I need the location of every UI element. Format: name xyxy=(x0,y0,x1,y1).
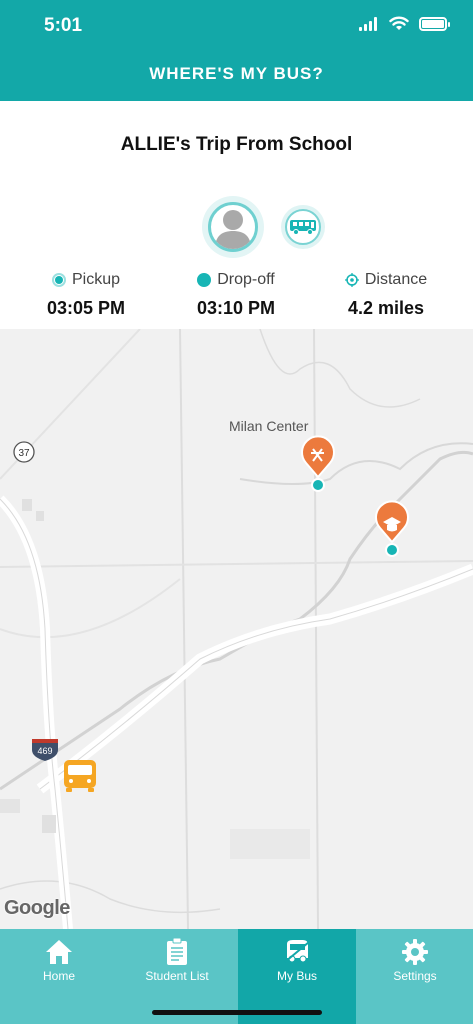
app-header: 5:01 WHERE'S MY BUS? xyxy=(0,0,473,101)
bus-side-icon xyxy=(290,220,316,235)
map-place-label: Milan Center xyxy=(229,418,309,434)
gear-icon xyxy=(402,939,428,965)
distance-stat: Distance 4.2 miles xyxy=(306,268,466,319)
pickup-dot-icon xyxy=(51,273,66,287)
trip-stats: Pickup 03:05 PM Drop-off 03:10 PM Distan… xyxy=(0,268,473,328)
dropoff-stat: Drop-off 03:10 PM xyxy=(156,268,316,319)
student-avatar[interactable] xyxy=(202,196,264,258)
signal-icon xyxy=(359,16,377,31)
route-37-shield: 37 xyxy=(13,441,35,463)
home-icon xyxy=(46,940,72,964)
status-time: 5:01 xyxy=(44,15,83,36)
pickup-stat: Pickup 03:05 PM xyxy=(6,268,166,319)
wifi-icon xyxy=(389,16,409,30)
map-view[interactable]: 37 469 Milan Center Google xyxy=(0,329,473,929)
person-icon xyxy=(215,210,251,249)
distance-label: Distance xyxy=(364,271,428,288)
svg-text:469: 469 xyxy=(37,746,52,756)
bus-view-button[interactable] xyxy=(281,205,325,249)
tab-home[interactable]: Home xyxy=(0,929,118,1024)
distance-value: 4.2 miles xyxy=(347,298,425,318)
svg-text:37: 37 xyxy=(18,448,30,459)
status-icons xyxy=(359,16,450,31)
pickup-time: 03:05 PM xyxy=(46,298,126,318)
bus-location-icon[interactable] xyxy=(64,760,96,792)
trip-title: ALLIE's Trip From School xyxy=(120,134,353,155)
pickup-label: Pickup xyxy=(71,271,121,288)
dropoff-label: Drop-off xyxy=(217,271,275,288)
app-title: WHERE'S MY BUS? xyxy=(149,64,324,83)
bus-icon xyxy=(284,940,310,963)
dropoff-time: 03:10 PM xyxy=(196,298,276,318)
home-indicator xyxy=(152,1010,322,1015)
tab-settings[interactable]: Settings xyxy=(356,929,473,1024)
google-logo: Google xyxy=(4,897,70,919)
crosshair-icon xyxy=(344,273,359,287)
clipboard-icon xyxy=(167,938,187,965)
tab-bar: Home Student List My Bus Settings xyxy=(0,929,473,1024)
dropoff-dot-icon xyxy=(197,273,212,287)
battery-icon xyxy=(419,16,450,31)
school-marker[interactable] xyxy=(375,500,409,557)
